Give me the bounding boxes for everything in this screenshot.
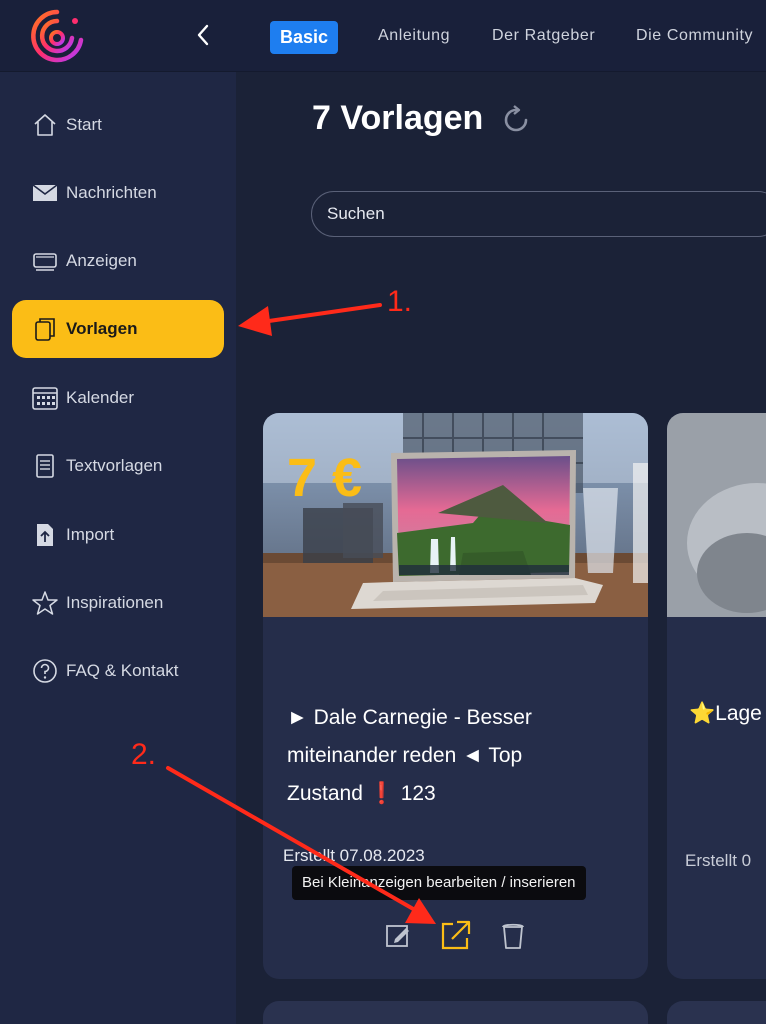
tooltip: Bei Kleinanzeigen bearbeiten / inseriere… [292, 866, 586, 900]
card-image [667, 413, 766, 617]
import-icon [37, 524, 53, 546]
sidebar-item-label: Kalender [66, 388, 135, 407]
question-icon [33, 659, 57, 683]
sidebar: Start Nachrichten Anzeigen Vorlagen Kale… [0, 72, 236, 1024]
sidebar-item-label: Inspirationen [66, 593, 164, 612]
card-title: ⭐Lage [689, 702, 762, 725]
sidebar-item-label: Anzeigen [66, 251, 137, 270]
sidebar-item-faq[interactable]: FAQ & Kontakt [12, 642, 224, 700]
sidebar-item-label: Nachrichten [66, 183, 157, 202]
card-date: Erstellt 0 [685, 851, 752, 870]
templates-icon [35, 318, 55, 341]
calendar-icon [32, 387, 58, 410]
nav-anleitung[interactable]: Anleitung [378, 0, 450, 72]
mail-icon [32, 184, 58, 201]
nav-ratgeber[interactable]: Der Ratgeber [492, 0, 595, 72]
star-icon [32, 591, 58, 615]
chevron-left-icon[interactable] [190, 20, 216, 50]
nav-community[interactable]: Die Community [636, 0, 753, 72]
sidebar-item-start[interactable]: Start [12, 96, 224, 154]
nav-basic[interactable]: Basic [270, 21, 339, 54]
sidebar-item-label: Import [66, 525, 115, 544]
template-card[interactable] [667, 1001, 766, 1024]
sidebar-item-textvorlagen[interactable]: Textvorlagen [12, 437, 224, 495]
top-bar: Basic Anleitung Der Ratgeber Die Communi… [0, 0, 766, 72]
card-date: Erstellt 07.08.2023 [283, 846, 425, 865]
annotation-step-1: 1. [387, 285, 413, 318]
app-logo[interactable] [30, 7, 84, 65]
page-title: 7 Vorlagen [312, 99, 484, 137]
sidebar-item-anzeigen[interactable]: Anzeigen [12, 232, 224, 290]
card-title: ► Dale Carnegie - Besser miteinander red… [287, 706, 532, 805]
sidebar-item-label: Textvorlagen [66, 456, 163, 475]
card-price: 7 € [287, 448, 362, 508]
home-icon [34, 114, 56, 136]
ads-icon [33, 253, 57, 271]
search-input[interactable] [311, 191, 766, 237]
sidebar-item-kalender[interactable]: Kalender [12, 369, 224, 427]
template-card[interactable] [263, 1001, 648, 1024]
card-actions [263, 918, 648, 954]
sidebar-item-import[interactable]: Import [12, 506, 224, 564]
annotation-step-2: 2. [131, 738, 157, 771]
template-card[interactable]: ⭐Lage Erstellt 0 [667, 413, 766, 979]
arrow-icon [238, 303, 382, 336]
document-icon [36, 454, 54, 478]
sidebar-item-label: Vorlagen [66, 319, 138, 338]
card-image: 7 € [263, 413, 648, 617]
sidebar-item-nachrichten[interactable]: Nachrichten [12, 164, 224, 222]
edit-icon[interactable] [381, 918, 415, 952]
sidebar-item-label: FAQ & Kontakt [66, 661, 179, 680]
refresh-icon[interactable] [500, 103, 532, 137]
sidebar-item-inspirationen[interactable]: Inspirationen [12, 574, 224, 632]
external-link-icon[interactable] [438, 918, 472, 952]
sidebar-item-label: Start [66, 115, 102, 134]
sidebar-item-vorlagen[interactable]: Vorlagen [12, 300, 224, 358]
trash-icon[interactable] [496, 918, 530, 952]
